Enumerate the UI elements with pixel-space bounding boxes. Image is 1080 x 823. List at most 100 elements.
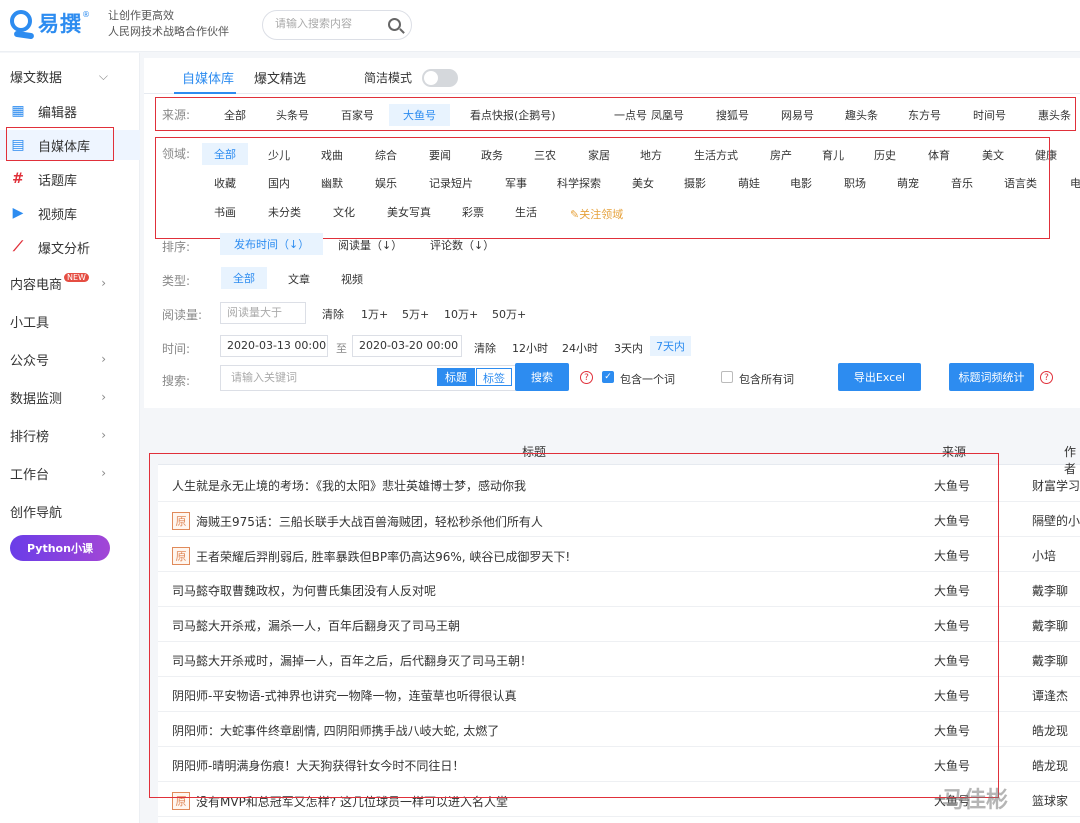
- domain-option[interactable]: 三农: [526, 145, 564, 165]
- row-author[interactable]: 小培: [1032, 547, 1056, 564]
- row-title[interactable]: 司马懿大开杀戒时，漏掉一人，百年之后，后代翻身灭了司马王朝！: [172, 652, 532, 669]
- row-title-cell[interactable]: 原海贼王975话：三船长联手大战百兽海贼团，轻松秒杀他们所有人: [172, 512, 543, 530]
- sidebar-group-wechat[interactable]: 公众号 ›: [0, 344, 140, 374]
- table-row[interactable]: 原王者荣耀后羿削弱后, 胜率暴跌但BP率仍高达96%, 峡谷已成御罗天下! 大鱼号…: [158, 537, 1080, 572]
- source-option[interactable]: 大鱼号: [389, 104, 450, 126]
- domain-option[interactable]: 国内: [260, 173, 298, 193]
- time-from-input[interactable]: 2020-03-13 00:00: [220, 335, 328, 357]
- sidebar-group-ecommerce[interactable]: 内容电商 NEW ›: [0, 268, 140, 298]
- global-search-input[interactable]: [275, 18, 375, 30]
- python-course-badge[interactable]: Python小课: [10, 535, 110, 561]
- domain-option[interactable]: 综合: [367, 145, 405, 165]
- domain-option[interactable]: 戏曲: [313, 145, 351, 165]
- domain-option[interactable]: 美女: [624, 173, 662, 193]
- time-7d[interactable]: 7天内: [650, 336, 691, 356]
- row-title-cell[interactable]: 司马懿大开杀戒，漏杀一人，百年后翻身灭了司马王朝: [172, 617, 460, 634]
- row-author[interactable]: 隔壁的小: [1032, 512, 1080, 529]
- sidebar-group-nav[interactable]: 创作导航: [0, 496, 140, 526]
- source-option[interactable]: 看点快报(企鹅号): [462, 105, 564, 125]
- sort-comment-count[interactable]: 评论数（↓）: [422, 235, 502, 255]
- row-title[interactable]: 海贼王975话：三船长联手大战百兽海贼团，轻松秒杀他们所有人: [196, 513, 543, 530]
- domain-option[interactable]: 房产: [762, 145, 800, 165]
- domain-option[interactable]: 电: [1062, 173, 1080, 193]
- sidebar-item-editor[interactable]: ▦ 编辑器: [0, 96, 140, 126]
- domain-option[interactable]: 生活方式: [686, 145, 746, 165]
- domain-option[interactable]: 幽默: [313, 173, 351, 193]
- source-option[interactable]: 凤凰号: [643, 105, 692, 125]
- read-50k[interactable]: 5万+: [402, 306, 429, 322]
- domain-option[interactable]: 娱乐: [367, 173, 405, 193]
- row-author[interactable]: 戴李聊: [1032, 582, 1068, 599]
- follow-domain-link[interactable]: ✎关注领域: [562, 204, 631, 224]
- row-title-cell[interactable]: 原王者荣耀后羿削弱后, 胜率暴跌但BP率仍高达96%, 峡谷已成御罗天下!: [172, 547, 570, 565]
- domain-option[interactable]: 历史: [866, 145, 904, 165]
- read-500k[interactable]: 50万+: [492, 306, 526, 322]
- source-option[interactable]: 东方号: [900, 105, 949, 125]
- search-icon[interactable]: [388, 18, 401, 31]
- read-10k[interactable]: 1万+: [361, 306, 388, 322]
- table-row[interactable]: 司马懿夺取曹魏政权，为何曹氏集团没有人反对呢 大鱼号 戴李聊: [158, 572, 1080, 607]
- sidebar-item-analysis[interactable]: ⟋ 爆文分析: [0, 232, 140, 262]
- row-author[interactable]: 戴李聊: [1032, 617, 1068, 634]
- row-title-cell[interactable]: 人生就是永无止境的考场：《我的太阳》悲壮英雄博士梦，感动你我: [172, 477, 526, 494]
- row-author[interactable]: 篮球家: [1032, 792, 1068, 809]
- row-title-cell[interactable]: 阴阳师：大蛇事件终章剧情, 四阴阳师携手战八岐大蛇, 太燃了: [172, 722, 499, 739]
- read-100k[interactable]: 10万+: [444, 306, 478, 322]
- logo[interactable]: 易撰 ®: [10, 8, 90, 40]
- mode-tag-button[interactable]: 标签: [476, 368, 512, 386]
- domain-option[interactable]: 电影: [782, 173, 820, 193]
- domain-option[interactable]: 科学探索: [549, 173, 609, 193]
- sidebar-group-workbench[interactable]: 工作台 ›: [0, 458, 140, 488]
- row-title-cell[interactable]: 阴阳师-平安物语-式神界也讲究一物降一物，连萤草也听得很认真: [172, 687, 517, 704]
- table-row[interactable]: 司马懿大开杀戒，漏杀一人，百年后翻身灭了司马王朝 大鱼号 戴李聊: [158, 607, 1080, 642]
- domain-option[interactable]: 音乐: [943, 173, 981, 193]
- domain-option[interactable]: 职场: [836, 173, 874, 193]
- domain-option[interactable]: 政务: [473, 145, 511, 165]
- help-icon[interactable]: ?: [580, 371, 593, 384]
- sidebar-item-media-library[interactable]: ▤ 自媒体库: [0, 130, 140, 160]
- time-24h[interactable]: 24小时: [562, 340, 598, 356]
- domain-option[interactable]: 收藏: [206, 173, 244, 193]
- domain-option[interactable]: 书画: [206, 202, 244, 222]
- domain-option[interactable]: 少儿: [260, 145, 298, 165]
- source-option[interactable]: 趣头条: [837, 105, 886, 125]
- source-option[interactable]: 全部: [216, 105, 254, 125]
- domain-option[interactable]: 萌宠: [889, 173, 927, 193]
- domain-option[interactable]: 语言类: [996, 173, 1045, 193]
- table-row[interactable]: 司马懿大开杀戒时，漏掉一人，百年之后，后代翻身灭了司马王朝！ 大鱼号 戴李聊: [158, 642, 1080, 677]
- domain-option[interactable]: 育儿: [814, 145, 852, 165]
- table-row[interactable]: 人生就是永无止境的考场：《我的太阳》悲壮英雄博士梦，感动你我 大鱼号 财富学习: [158, 467, 1080, 502]
- type-article[interactable]: 文章: [280, 269, 318, 289]
- help-icon[interactable]: ?: [1040, 371, 1053, 384]
- domain-option[interactable]: 要闻: [421, 145, 459, 165]
- row-title[interactable]: 没有MVP和总冠军又怎样? 这几位球员一样可以进入名人堂: [196, 793, 508, 810]
- row-title[interactable]: 阴阳师：大蛇事件终章剧情, 四阴阳师携手战八岐大蛇, 太燃了: [172, 722, 499, 739]
- row-title[interactable]: 司马懿夺取曹魏政权，为何曹氏集团没有人反对呢: [172, 582, 436, 599]
- domain-option[interactable]: 未分类: [260, 202, 309, 222]
- row-author[interactable]: 皓龙现: [1032, 757, 1068, 774]
- row-title[interactable]: 王者荣耀后羿削弱后, 胜率暴跌但BP率仍高达96%, 峡谷已成御罗天下!: [196, 548, 570, 565]
- table-row[interactable]: 原海贼王975话：三船长联手大战百兽海贼团，轻松秒杀他们所有人 大鱼号 隔壁的小: [158, 502, 1080, 537]
- mode-title-button[interactable]: 标题: [437, 368, 475, 386]
- row-author[interactable]: 财富学习: [1032, 477, 1080, 494]
- time-3d[interactable]: 3天内: [614, 340, 643, 356]
- tab-hot-picks[interactable]: 爆文精选: [254, 68, 306, 87]
- table-row[interactable]: 阴阳师：大蛇事件终章剧情, 四阴阳师携手战八岐大蛇, 太燃了 大鱼号 皓龙现: [158, 712, 1080, 747]
- read-count-input[interactable]: 阅读量大于: [220, 302, 306, 324]
- row-title-cell[interactable]: 原没有MVP和总冠军又怎样? 这几位球员一样可以进入名人堂: [172, 792, 508, 810]
- row-author[interactable]: 皓龙现: [1032, 722, 1068, 739]
- sidebar-group-hot-data[interactable]: 爆文数据 ⌵: [0, 61, 140, 91]
- tab-media-library[interactable]: 自媒体库: [182, 68, 234, 87]
- domain-option[interactable]: 家居: [580, 145, 618, 165]
- row-author[interactable]: 谭逢杰: [1032, 687, 1068, 704]
- simple-mode-toggle[interactable]: [422, 69, 458, 87]
- domain-option[interactable]: 记录短片: [421, 173, 481, 193]
- row-title[interactable]: 阴阳师-晴明满身伤痕！大天狗获得针女今时不同往日！: [172, 757, 464, 774]
- source-option[interactable]: 网易号: [773, 105, 822, 125]
- time-12h[interactable]: 12小时: [512, 340, 548, 356]
- domain-option[interactable]: 健康: [1027, 145, 1065, 165]
- domain-option[interactable]: 军事: [497, 173, 535, 193]
- sort-publish-time[interactable]: 发布时间（↓）: [220, 233, 324, 255]
- source-option[interactable]: 时间号: [965, 105, 1014, 125]
- sidebar-item-topics[interactable]: # 话题库: [0, 164, 140, 194]
